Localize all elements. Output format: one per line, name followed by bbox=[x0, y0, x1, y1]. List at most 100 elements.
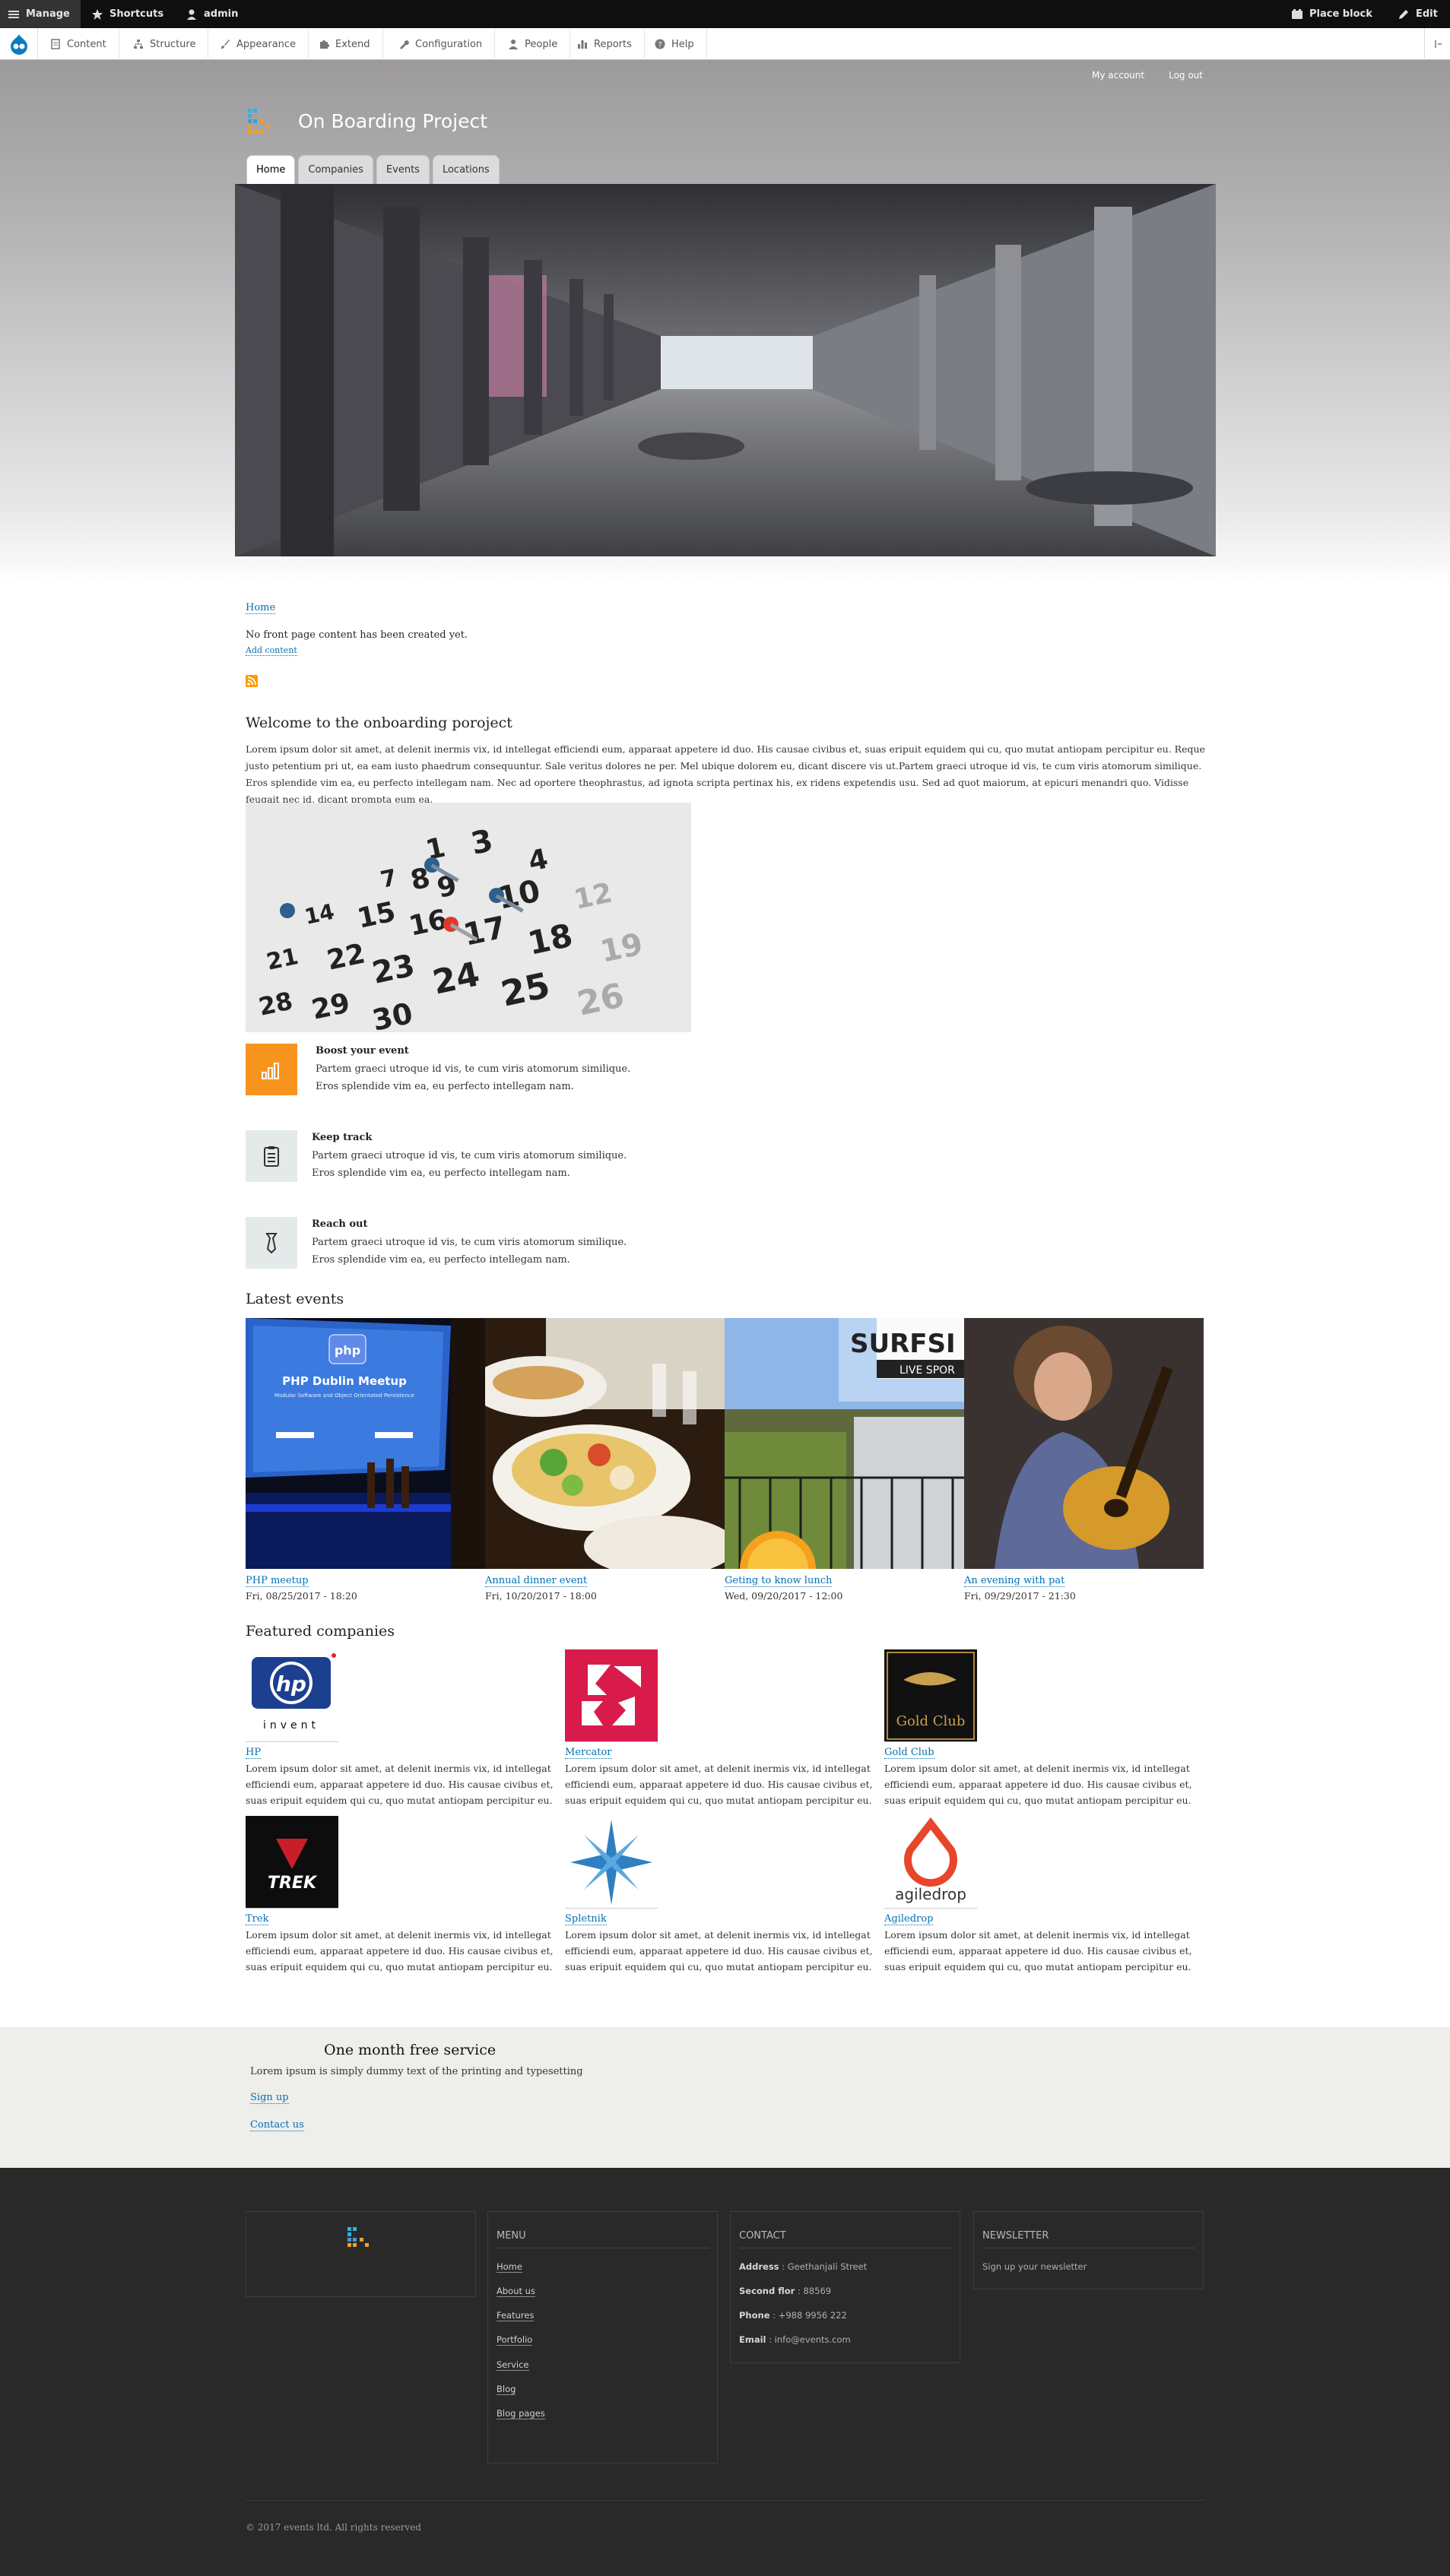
event-image-dinner[interactable] bbox=[485, 1318, 725, 1569]
admin-tray: Content Structure Appearance Extend Conf… bbox=[0, 28, 1450, 60]
rss-feed-icon[interactable] bbox=[246, 675, 258, 687]
log-out-link[interactable]: Log out bbox=[1169, 70, 1203, 81]
tray-help-label: Help bbox=[671, 38, 694, 50]
shortcuts-tab[interactable]: Shortcuts bbox=[91, 0, 163, 28]
tray-help[interactable]: ? Help bbox=[643, 28, 707, 60]
svg-text:Modular Software and Object Or: Modular Software and Object Orientated P… bbox=[274, 1393, 414, 1399]
footer-link-blog[interactable]: Blog bbox=[497, 2384, 516, 2395]
company-card: Mercator Lorem ipsum dolor sit amet, at … bbox=[565, 1649, 884, 1808]
tray-appearance[interactable]: Appearance bbox=[208, 28, 309, 60]
feature-line: Partem graeci utroque id vis, te cum vir… bbox=[312, 1150, 627, 1161]
trek-logo[interactable]: TREK bbox=[246, 1816, 338, 1909]
event-card: An evening with pat Fri, 09/29/2017 - 21… bbox=[964, 1318, 1204, 1602]
event-image-pat[interactable] bbox=[964, 1318, 1204, 1569]
tray-people[interactable]: People bbox=[496, 28, 571, 60]
hp-logo[interactable]: hp invent bbox=[246, 1649, 338, 1742]
company-link[interactable]: HP bbox=[246, 1747, 262, 1759]
company-link[interactable]: Agiledrop bbox=[884, 1913, 934, 1925]
user-tab[interactable]: admin bbox=[186, 0, 238, 28]
second-floor-label: Second flor bbox=[739, 2286, 795, 2296]
company-text: Lorem ipsum dolor sit amet, at delenit i… bbox=[565, 1763, 873, 1806]
footer-menu: MENU Home About us Features Portfolio Se… bbox=[487, 2211, 718, 2464]
feature-line: Eros splendide vim ea, eu perfecto intel… bbox=[312, 1254, 570, 1266]
company-card: TREK Trek Lorem ipsum dolor sit amet, at… bbox=[246, 1816, 565, 1975]
footer-second-floor: Second flor : 88569 bbox=[739, 2286, 831, 2296]
puzzle-icon bbox=[320, 40, 329, 49]
spletnik-logo[interactable] bbox=[565, 1816, 658, 1909]
orientation-toggle[interactable] bbox=[1424, 28, 1450, 60]
primary-tabs: Home Companies Events Locations bbox=[246, 155, 500, 184]
contact-us-link[interactable]: Contact us bbox=[250, 2119, 304, 2131]
welcome-body: Lorem ipsum dolor sit amet, at delenit i… bbox=[246, 743, 1205, 805]
drupal-logo-button[interactable] bbox=[0, 28, 38, 60]
footer-phone: Phone : +988 9956 222 bbox=[739, 2310, 847, 2321]
star-icon bbox=[92, 8, 103, 20]
copyright: © 2017 events ltd. All rights reserved bbox=[246, 2522, 421, 2533]
document-icon bbox=[51, 39, 60, 49]
tray-extend[interactable]: Extend bbox=[306, 28, 383, 60]
place-block-button[interactable]: Place block bbox=[1291, 0, 1372, 28]
tray-content[interactable]: Content bbox=[38, 28, 119, 60]
tray-structure[interactable]: Structure bbox=[121, 28, 209, 60]
bar-chart-icon bbox=[578, 40, 587, 49]
company-link[interactable]: Spletnik bbox=[565, 1913, 607, 1925]
calendar-image: 1 3 4 7 8 9 10 12 14 15 16 17 18 19 21 2… bbox=[246, 803, 691, 1032]
company-card: hp invent HP Lorem ipsum dolor sit amet,… bbox=[246, 1649, 565, 1808]
footer-link-portfolio[interactable]: Portfolio bbox=[497, 2334, 533, 2346]
tray-configuration-label: Configuration bbox=[415, 38, 483, 50]
event-link[interactable]: An evening with pat bbox=[964, 1575, 1065, 1587]
event-image-lunch[interactable]: SURFSI LIVE SPOR bbox=[725, 1318, 964, 1569]
event-link[interactable]: Annual dinner event bbox=[485, 1575, 588, 1587]
tray-extend-label: Extend bbox=[335, 38, 370, 50]
company-link[interactable]: Mercator bbox=[565, 1747, 612, 1759]
tray-reports[interactable]: Reports bbox=[565, 28, 645, 60]
tray-content-label: Content bbox=[67, 38, 106, 50]
event-image-php[interactable]: php PHP Dublin Meetup Modular Software a… bbox=[246, 1318, 485, 1569]
my-account-link[interactable]: My account bbox=[1092, 70, 1144, 81]
footer-link-home[interactable]: Home bbox=[497, 2261, 522, 2273]
tab-events[interactable]: Events bbox=[376, 155, 430, 184]
breadcrumb[interactable]: Home bbox=[246, 602, 276, 614]
feature-keep-track: Keep track Partem graeci utroque id vis,… bbox=[246, 1130, 702, 1185]
drupal-icon bbox=[10, 34, 27, 55]
mercator-logo[interactable] bbox=[565, 1649, 658, 1742]
svg-text:PHP Dublin Meetup: PHP Dublin Meetup bbox=[282, 1374, 407, 1388]
svg-text:?: ? bbox=[658, 41, 662, 49]
hp-logo-text: invent bbox=[263, 1719, 319, 1732]
tab-locations[interactable]: Locations bbox=[432, 155, 500, 184]
footer-link-blog-pages[interactable]: Blog pages bbox=[497, 2408, 545, 2419]
event-date: Fri, 09/29/2017 - 21:30 bbox=[964, 1590, 1076, 1602]
feature-title: Boost your event bbox=[316, 1045, 409, 1057]
agiledrop-logo[interactable]: agiledrop bbox=[884, 1816, 977, 1909]
feature-line: Partem graeci utroque id vis, te cum vir… bbox=[316, 1063, 631, 1075]
feature-line: Eros splendide vim ea, eu perfecto intel… bbox=[316, 1081, 574, 1092]
add-content-link[interactable]: Add content bbox=[246, 645, 297, 656]
company-link[interactable]: Trek bbox=[246, 1913, 269, 1925]
no-content-message: No front page content has been created y… bbox=[246, 629, 468, 641]
orientation-icon bbox=[1434, 40, 1442, 48]
shortcuts-label: Shortcuts bbox=[109, 8, 164, 20]
edit-button[interactable]: Edit bbox=[1398, 0, 1438, 28]
site-name[interactable]: On Boarding Project bbox=[298, 110, 487, 132]
gold-club-logo[interactable]: Gold Club bbox=[884, 1649, 977, 1742]
site-logo-icon[interactable] bbox=[248, 106, 280, 138]
event-link[interactable]: Geting to know lunch bbox=[725, 1575, 833, 1587]
phone-label: Phone bbox=[739, 2310, 770, 2321]
company-text: Lorem ipsum dolor sit amet, at delenit i… bbox=[884, 1929, 1192, 1972]
tray-configuration[interactable]: Configuration bbox=[386, 28, 496, 60]
manage-tab[interactable]: Manage bbox=[0, 0, 81, 28]
edit-label: Edit bbox=[1416, 8, 1438, 20]
footer-link-about[interactable]: About us bbox=[497, 2286, 535, 2297]
company-link[interactable]: Gold Club bbox=[884, 1747, 934, 1759]
footer-logo-icon[interactable] bbox=[347, 2226, 379, 2253]
event-link[interactable]: PHP meetup bbox=[246, 1575, 309, 1587]
site-footer: MENU Home About us Features Portfolio Se… bbox=[0, 2168, 1450, 2576]
tab-companies[interactable]: Companies bbox=[298, 155, 373, 184]
company-text: Lorem ipsum dolor sit amet, at delenit i… bbox=[565, 1929, 873, 1972]
footer-link-service[interactable]: Service bbox=[497, 2359, 529, 2371]
tab-home[interactable]: Home bbox=[246, 155, 296, 184]
footer-link-features[interactable]: Features bbox=[497, 2310, 535, 2321]
featured-companies-title: Featured companies bbox=[246, 1623, 395, 1640]
event-card: SURFSI LIVE SPOR Geting to know lunch We… bbox=[725, 1318, 964, 1602]
sign-up-link[interactable]: Sign up bbox=[250, 2092, 289, 2104]
